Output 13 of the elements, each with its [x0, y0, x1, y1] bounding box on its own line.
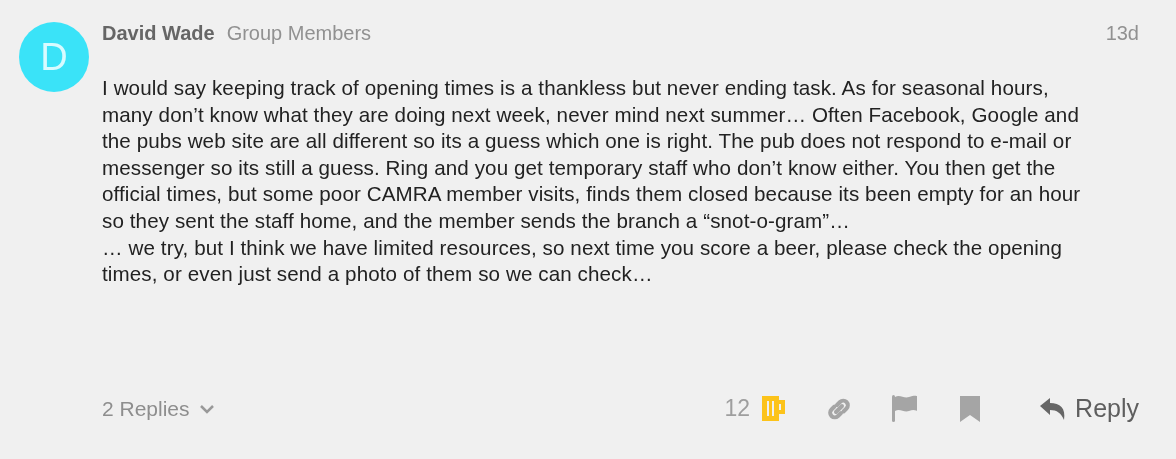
reply-button[interactable]: Reply: [1040, 394, 1139, 423]
post-paragraph: … we try, but I think we have limited resources, so next time you score a beer, please check the opening times, or even just send a photo of them so we can check…: [102, 234, 1064, 288]
like-count: 12: [724, 395, 751, 422]
post-time: 13d: [1105, 22, 1139, 45]
post-paragraph: I would say keeping track of opening times is a thankless but never ending task. As for seasonal hours, many don’t know what they are doing next week, never mind next summer… Often Facebook, Google and the pubs web site are all different so its a guess which one is right. The pub does not respond to e-mail or messenger so its still a guess. Ring and you get temporary staff who don’t know either. You then get the official times, but some poor CAMRA member visits, finds them closed because its been empty for an hour so they sent the staff home, and the member sends the branch a “snot-o-gram”…: [102, 75, 1082, 234]
group-label: Group Members: [226, 22, 372, 45]
replies-toggle[interactable]: 2 Replies: [102, 396, 215, 421]
chevron-down-icon: [198, 403, 215, 414]
bookmark-icon[interactable]: [960, 395, 981, 422]
beer-mug-icon[interactable]: [762, 395, 787, 422]
reply-arrow-icon: [1040, 397, 1067, 420]
author-name[interactable]: David Wade: [102, 22, 215, 45]
avatar: D: [19, 22, 89, 92]
